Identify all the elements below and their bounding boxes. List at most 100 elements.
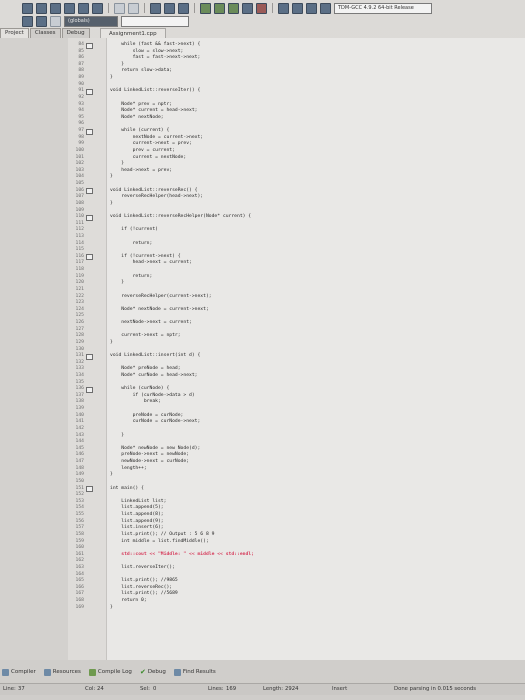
code-line[interactable]: 162 bbox=[68, 558, 525, 564]
code-line[interactable]: 152 bbox=[68, 492, 525, 498]
code-line[interactable]: 120 } bbox=[68, 280, 525, 286]
code-line[interactable]: 142 bbox=[68, 426, 525, 432]
code-line[interactable]: 109 bbox=[68, 208, 525, 214]
code-line[interactable]: 160 bbox=[68, 545, 525, 551]
code-line[interactable]: 105 bbox=[68, 181, 525, 187]
code-line[interactable]: 114 return; bbox=[68, 241, 525, 247]
code-line[interactable]: 119 return; bbox=[68, 274, 525, 280]
print-icon[interactable] bbox=[92, 2, 103, 14]
code-line[interactable]: 148 length++; bbox=[68, 466, 525, 472]
close-icon[interactable] bbox=[78, 2, 89, 14]
code-line[interactable]: 150 bbox=[68, 479, 525, 485]
code-line[interactable]: 134 Node* curNode = head->next; bbox=[68, 373, 525, 379]
code-line[interactable]: 117 head->next = current; bbox=[68, 260, 525, 266]
scope-select[interactable]: (globals) bbox=[64, 15, 118, 27]
code-line[interactable]: 104} bbox=[68, 174, 525, 180]
code-line[interactable]: 154 list.append(5); bbox=[68, 505, 525, 511]
code-line[interactable]: 100 prev = current; bbox=[68, 148, 525, 154]
fold-toggle-icon[interactable] bbox=[86, 214, 93, 221]
fold-toggle-icon[interactable] bbox=[86, 42, 93, 49]
code-line[interactable]: 146 preNode->next = newNode; bbox=[68, 452, 525, 458]
code-line[interactable]: 113 bbox=[68, 234, 525, 240]
bottom-tab-compiler[interactable]: Compiler bbox=[2, 668, 36, 676]
class-browser-icon[interactable] bbox=[22, 15, 33, 27]
code-line[interactable]: 161 std::cout << "Middle: " << middle <<… bbox=[68, 552, 525, 558]
code-line[interactable]: 158 list.print(); // Output : 5 6 8 9 bbox=[68, 532, 525, 538]
code-line[interactable]: 139 bbox=[68, 406, 525, 412]
code-line[interactable]: 129} bbox=[68, 340, 525, 346]
code-line[interactable]: 136 while (curNode) { bbox=[68, 386, 525, 393]
fold-toggle-icon[interactable] bbox=[86, 386, 93, 393]
replace-icon[interactable] bbox=[164, 2, 175, 14]
fold-toggle-icon[interactable] bbox=[86, 88, 93, 95]
insert-icon[interactable] bbox=[50, 15, 61, 27]
compile-icon[interactable] bbox=[200, 2, 211, 14]
code-line[interactable]: 91 void LinkedList::reverseIter() { bbox=[68, 88, 525, 95]
rebuild-icon[interactable] bbox=[242, 2, 253, 14]
fold-toggle-icon[interactable] bbox=[86, 128, 93, 135]
code-line[interactable]: 122 reverseRecHelper(current->next); bbox=[68, 294, 525, 300]
code-line[interactable]: 145 Node* newNode = new Node(d); bbox=[68, 446, 525, 452]
code-line[interactable]: 94 Node* current = head->next; bbox=[68, 108, 525, 114]
code-line[interactable]: 132 bbox=[68, 360, 525, 366]
bottom-tab-find-results[interactable]: Find Results bbox=[173, 668, 216, 676]
code-line[interactable]: 85 slow = slow->next; bbox=[68, 49, 525, 55]
code-line[interactable]: 99 current->next = prev; bbox=[68, 141, 525, 147]
code-line[interactable]: 102 } bbox=[68, 161, 525, 167]
member-select[interactable] bbox=[121, 15, 189, 27]
stop-icon[interactable] bbox=[256, 2, 267, 14]
fold-toggle-icon[interactable] bbox=[86, 254, 93, 261]
code-line[interactable]: 127 bbox=[68, 327, 525, 333]
code-line[interactable]: 159 int middle = list.findMiddle(); bbox=[68, 539, 525, 545]
code-line[interactable]: 153 LinkedList list; bbox=[68, 499, 525, 505]
code-line[interactable]: 168 return 0; bbox=[68, 598, 525, 604]
code-line[interactable]: 121 bbox=[68, 287, 525, 293]
redo-icon[interactable] bbox=[128, 2, 139, 14]
code-line[interactable]: 167 list.print(); //5689 bbox=[68, 591, 525, 597]
code-line[interactable]: 90 bbox=[68, 82, 525, 88]
code-line[interactable]: 84 while (fast && fast->next) { bbox=[68, 42, 525, 49]
code-line[interactable]: 131 void LinkedList::insert(int d) { bbox=[68, 353, 525, 360]
fold-toggle-icon[interactable] bbox=[86, 486, 93, 493]
code-line[interactable]: 108} bbox=[68, 201, 525, 207]
code-line[interactable]: 124 Node* nextNode = current->next; bbox=[68, 307, 525, 313]
code-line[interactable]: 130 bbox=[68, 347, 525, 353]
code-line[interactable]: 112 if (!current) bbox=[68, 227, 525, 233]
compile-run-icon[interactable] bbox=[228, 2, 239, 14]
code-line[interactable]: 128 current->next = nptr; bbox=[68, 333, 525, 339]
code-line[interactable]: 98 nextNode = current->next; bbox=[68, 135, 525, 141]
chart-icon[interactable] bbox=[320, 2, 331, 14]
code-line[interactable]: 163 list.reverseIter(); bbox=[68, 565, 525, 571]
code-line[interactable]: 86 fast = fast->next->next; bbox=[68, 55, 525, 61]
code-line[interactable]: 115 bbox=[68, 247, 525, 253]
code-line[interactable]: 87 } bbox=[68, 62, 525, 68]
code-line[interactable]: 151 int main() { bbox=[68, 486, 525, 493]
tab-debug[interactable]: Debug bbox=[61, 28, 90, 38]
code-line[interactable]: 103 head->next = prev; bbox=[68, 168, 525, 174]
code-line[interactable]: 101 current = nextNode; bbox=[68, 155, 525, 161]
build-target-select[interactable]: TDM-GCC 4.9.2 64-bit Release bbox=[334, 2, 432, 14]
code-editor[interactable]: 84 while (fast && fast->next) {85 slow =… bbox=[68, 38, 525, 660]
code-line[interactable]: 144 bbox=[68, 439, 525, 445]
code-line[interactable]: 123 bbox=[68, 300, 525, 306]
code-line[interactable]: 106 void LinkedList::reverseRec() { bbox=[68, 188, 525, 195]
code-line[interactable]: 125 bbox=[68, 313, 525, 319]
tab-project[interactable]: Project bbox=[0, 28, 29, 38]
code-line[interactable]: 137 if (curNode->data > d) bbox=[68, 393, 525, 399]
code-line[interactable]: 92 bbox=[68, 95, 525, 101]
code-line[interactable]: 88 return slow->data; bbox=[68, 68, 525, 74]
code-line[interactable]: 96 bbox=[68, 121, 525, 127]
debug-icon[interactable] bbox=[278, 2, 289, 14]
code-line[interactable]: 149} bbox=[68, 472, 525, 478]
code-line[interactable]: 141 curNode = curNode->next; bbox=[68, 419, 525, 425]
bottom-tab-debug[interactable]: ✔ Debug bbox=[140, 668, 166, 676]
save-all-icon[interactable] bbox=[64, 2, 75, 14]
profile-icon[interactable] bbox=[292, 2, 303, 14]
code-line[interactable]: 97 while (current) { bbox=[68, 128, 525, 135]
code-line[interactable]: 138 break; bbox=[68, 399, 525, 405]
code-line[interactable]: 95 Node* nextNode; bbox=[68, 115, 525, 121]
code-line[interactable]: 118 bbox=[68, 267, 525, 273]
code-line[interactable]: 140 preNode = curNode; bbox=[68, 413, 525, 419]
undo-icon[interactable] bbox=[114, 2, 125, 14]
open-file-icon[interactable] bbox=[36, 2, 47, 14]
